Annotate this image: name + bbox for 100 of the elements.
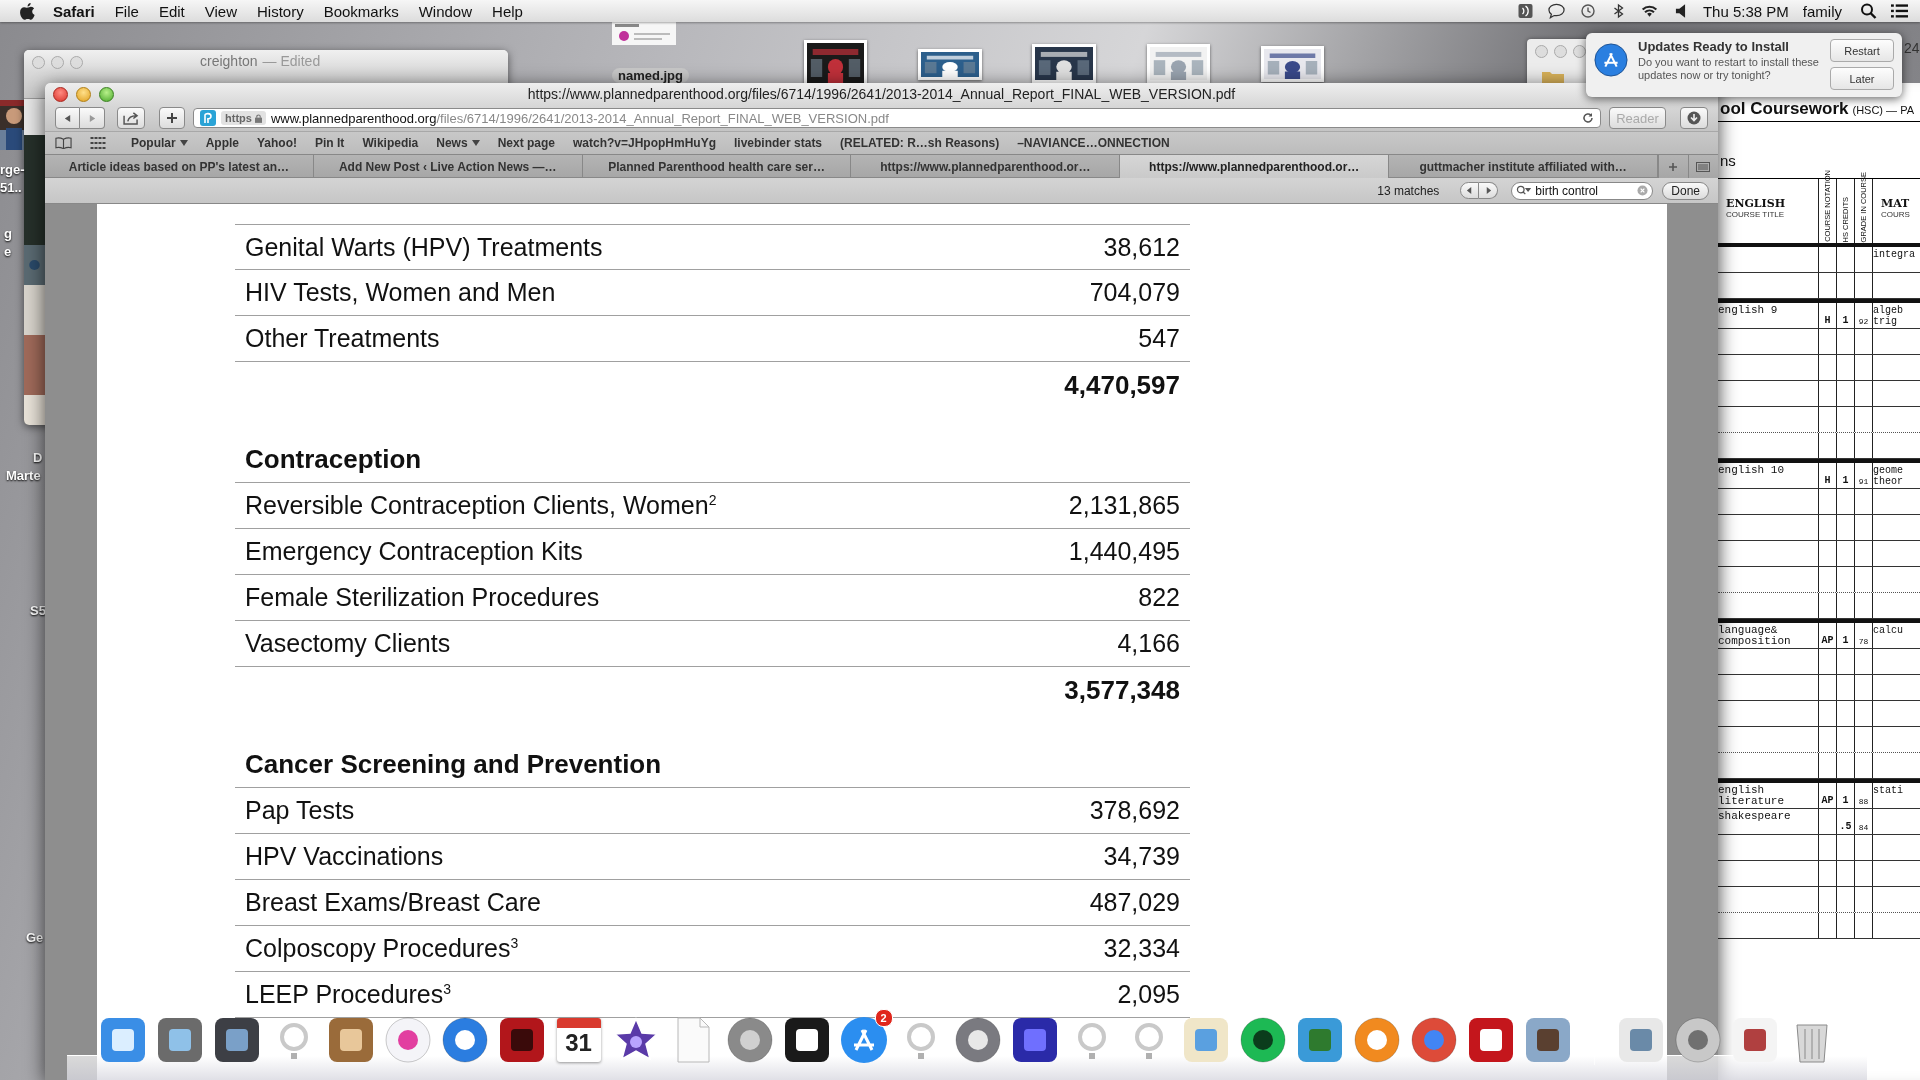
apple-logo-icon[interactable] [20, 2, 35, 20]
share-button[interactable] [117, 107, 145, 129]
secure-connection-badge: https [221, 111, 266, 125]
clock-icon[interactable] [1578, 3, 1596, 19]
notification-button[interactable]: Later [1830, 67, 1894, 90]
forward-button[interactable] [80, 107, 105, 129]
search-field[interactable]: birth control [1511, 181, 1654, 200]
downloads-button[interactable] [1680, 107, 1708, 129]
browser-tab[interactable]: Article ideas based on PP's latest an… [45, 155, 314, 178]
bookmark-link[interactable]: Apple [205, 136, 239, 150]
back-button[interactable] [55, 107, 80, 129]
site-logo-icon [200, 110, 216, 126]
bookmark-link[interactable]: (RELATED: R…sh Reasons) [840, 136, 1000, 150]
new-tab-button[interactable] [1657, 155, 1688, 178]
menu-item[interactable]: Window [418, 2, 473, 20]
bookmark-link[interactable]: Next page [497, 136, 555, 150]
desktop-file-label: 51.. [0, 180, 22, 195]
bookmark-link[interactable]: Popular [131, 136, 188, 150]
browser-tab[interactable]: Planned Parenthood health care ser… [582, 155, 852, 178]
table-cell: Genital Warts (HPV) Treatments [245, 232, 603, 262]
table-cell: Reversible Contraception Clients, Women$^{2}$ [245, 491, 717, 520]
bookmark-link[interactable]: livebinder stats [734, 136, 823, 150]
table-cell: Breast Exams/Breast Care [245, 888, 541, 917]
desktop-file-label: Ge [26, 930, 44, 945]
menu-item[interactable]: File [114, 2, 139, 20]
menu-item[interactable]: Bookmarks [323, 2, 399, 20]
window-button[interactable] [1573, 45, 1586, 58]
reload-icon[interactable] [1582, 112, 1594, 124]
notification-button[interactable]: Restart [1830, 39, 1894, 62]
table-cell-text: algeb trig [1873, 304, 1904, 328]
total-value: 4,470,597 [1064, 369, 1180, 401]
window-fragment-text: 24 [1904, 40, 1920, 56]
bookmark-link[interactable]: watch?v=JHpopHmHuYg [573, 136, 716, 150]
desktop-file-label: Marte [6, 468, 41, 483]
browser-tab[interactable]: guttmacher institute affiliated with… [1389, 155, 1658, 178]
share-icon [122, 111, 140, 125]
zoom-button[interactable] [99, 87, 114, 102]
list-icon[interactable] [1891, 3, 1908, 19]
menu-item[interactable]: Safari [53, 2, 95, 20]
menu-item[interactable]: Edit [158, 2, 185, 20]
table-cell: 822 [1138, 583, 1180, 612]
table-cell-text: stati [1873, 784, 1904, 798]
bookmark-link[interactable]: Yahoo! [257, 136, 298, 150]
browser-tab[interactable]: Add New Post ‹ Live Action News —… [313, 155, 583, 178]
table-cell-text: english literature [1718, 783, 1785, 808]
column-subheader: COURS [1881, 210, 1911, 219]
search-icon [1516, 185, 1532, 196]
url-text: www.plannedparenthood.org/files/6714/1996/2641/2013-2014_Annual_Report_FINAL_WEB_VERSION.pdf [270, 110, 890, 126]
right-triangle-icon [87, 113, 97, 123]
table-cell-text: shakespeare [1718, 809, 1792, 824]
desktop-file-label: e [4, 244, 12, 259]
app-store-icon[interactable] [838, 1015, 889, 1065]
table-cell: Vasectomy Clients [245, 629, 451, 658]
table-cell: 78 [1858, 637, 1869, 646]
table-cell: LEEP Procedures$^{3}$ [245, 980, 452, 1009]
desktop-file-label: g [4, 226, 12, 241]
bookmark-link[interactable]: Wikipedia [362, 136, 419, 150]
user-name[interactable]: family [1802, 2, 1842, 20]
browser-tab[interactable]: https://www.plannedparenthood.or… [851, 155, 1121, 178]
caret-icon [179, 140, 188, 146]
table-cell-text: integra [1873, 248, 1916, 262]
bookmark-link[interactable]: News [436, 136, 480, 150]
column-header: MAT [1881, 197, 1911, 210]
done-button[interactable]: Done [1662, 181, 1709, 200]
table-cell: Emergency Contraception Kits [245, 537, 583, 566]
table-cell: HPV Vaccinations [245, 842, 444, 871]
close-button[interactable] [53, 87, 68, 102]
column-header: ENGLISH [1726, 197, 1787, 210]
download-arrow-icon [1687, 111, 1701, 125]
browser-tab[interactable]: https://www.plannedparenthood.or… [1120, 155, 1390, 178]
address-field[interactable]: https www.plannedparenthood.org/files/6714/1996/2641/2013-2014_Annual_Report_FINAL_WEB_VERSION.pdf [193, 108, 1601, 128]
previous-match-button[interactable] [1460, 182, 1480, 199]
search-icon[interactable] [1860, 3, 1877, 19]
menu-item[interactable]: View [204, 2, 237, 20]
tab-overview-button[interactable] [1687, 155, 1718, 178]
wifi-icon[interactable] [1640, 3, 1658, 19]
window-title: creighton [200, 53, 258, 69]
menu-bar-clock[interactable]: Thu 5:38 PM [1702, 2, 1789, 20]
table-cell: 378,692 [1089, 796, 1180, 825]
table-cell: AP [1821, 795, 1834, 806]
minimize-button[interactable] [76, 87, 91, 102]
table-cell: 91 [1858, 477, 1869, 486]
table-cell: Other Treatments [245, 324, 440, 353]
document-title: ool Coursework [1720, 99, 1849, 119]
table-cell: AP [1821, 635, 1834, 646]
add-bookmark-button[interactable] [159, 107, 185, 129]
bookmark-link[interactable]: Pin It [315, 136, 345, 150]
table-cell: Colposcopy Procedures$^{3}$ [245, 934, 519, 963]
calendar-icon[interactable]: 31 [556, 1018, 601, 1062]
table-cell: 1 [1842, 635, 1849, 646]
file-name-label: named.jpg [612, 68, 689, 83]
table-cell: 1 [1842, 795, 1849, 806]
table-cell: 2,131,865 [1068, 491, 1180, 520]
menu-item[interactable]: History [257, 2, 304, 20]
next-match-button[interactable] [1479, 182, 1499, 199]
table-cell: 88 [1858, 797, 1869, 806]
menu-item[interactable]: Help [492, 2, 523, 20]
bookmark-link[interactable]: –NAVIANCE…ONNECTION [1017, 136, 1170, 150]
document-subtitle: (HSC) — PA [1852, 104, 1914, 116]
speech-bubble-icon[interactable] [1547, 3, 1565, 19]
